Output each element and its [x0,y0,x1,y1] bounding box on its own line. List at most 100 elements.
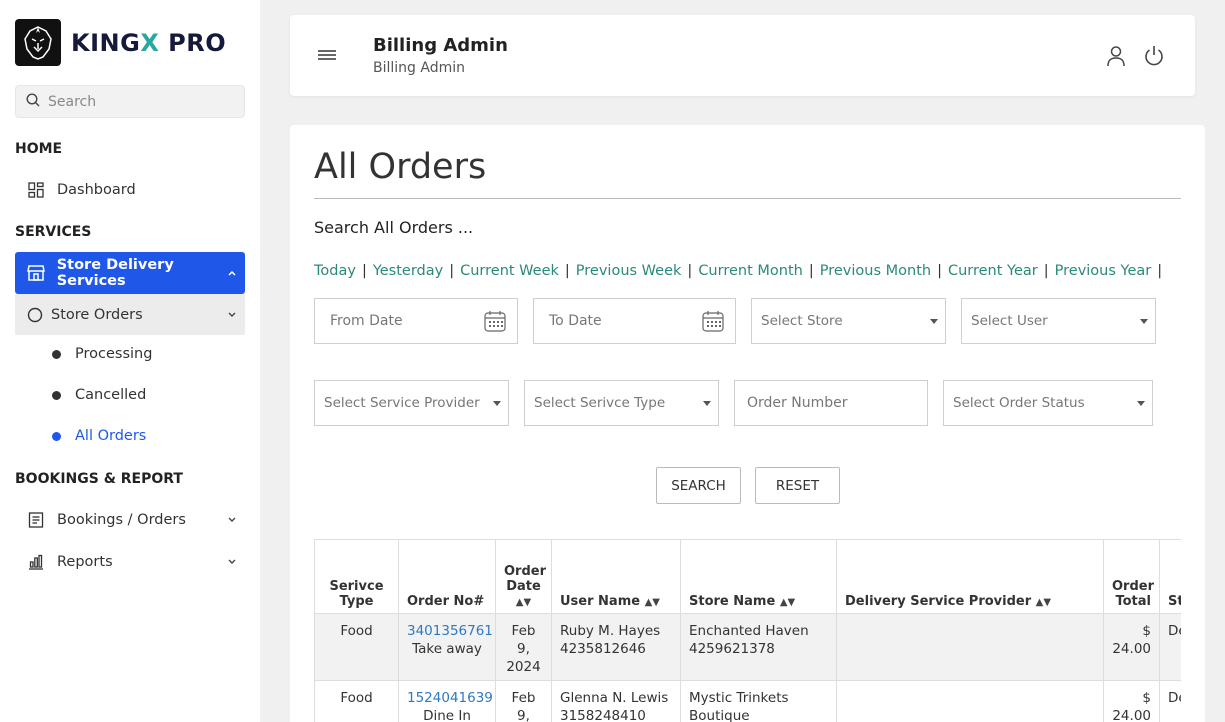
sidebar-item-label: Dashboard [57,182,136,198]
sidebar-item-store-orders[interactable]: Store Orders [15,294,245,335]
search-section-label: Search All Orders ... [314,218,474,237]
currency: $ [1142,623,1151,639]
cell-order-total: $24.00 [1103,613,1160,681]
cell-provider [836,613,1104,681]
order-number-input[interactable]: Order Number [734,380,928,426]
cell-order-date: Feb 9, 2024 [495,680,552,722]
search-placeholder: Search [48,93,97,110]
select-service-provider-dropdown[interactable]: Select Service Provider [314,380,509,426]
order-mode: Dine In [423,708,471,722]
filter-previous-year[interactable]: Previous Year [1055,263,1152,279]
select-order-status-dropdown[interactable]: Select Order Status [943,380,1153,426]
filter-previous-week[interactable]: Previous Week [576,263,682,279]
store-name: Mystic Trinkets Boutique [689,690,789,722]
table-header-row: Serivce Type Order No# Order Date ▲▼ User… [314,539,1181,614]
field-placeholder: To Date [549,313,602,329]
currency: $ [1142,690,1151,706]
col-header-order-total[interactable]: Order Total [1103,539,1160,614]
sidebar: KINGX PRO Search HOME Dashboard SERVICES… [0,0,260,722]
col-header-status[interactable]: Status [1159,539,1181,614]
sidebar-item-all-orders[interactable]: All Orders [52,428,146,444]
user-icon[interactable] [1106,45,1126,71]
select-store-dropdown[interactable]: Select Store [751,298,946,344]
cell-service-type: Food [314,613,399,681]
field-placeholder: Select Service Provider [324,395,480,411]
cell-user: Glenna N. Lewis 3158248410 [551,680,681,722]
sidebar-search[interactable]: Search [15,85,245,118]
menu-icon[interactable] [318,48,336,67]
calendar-icon[interactable] [484,310,506,336]
table-row[interactable]: Food 3401356761 Take away Feb 9, 2024 Rub… [314,613,1181,681]
col-header-order-date[interactable]: Order Date ▲▼ [495,539,552,614]
total-amount: 24.00 [1112,708,1151,722]
sidebar-item-dashboard[interactable]: Dashboard [15,169,245,211]
dropdown-arrow-icon [1137,401,1145,406]
search-icon [26,92,40,111]
sidebar-item-label: Bookings / Orders [57,512,186,528]
sort-icon: ▲▼ [515,597,532,608]
user-name: Ruby M. Hayes [560,623,661,639]
brand-logo[interactable]: KINGX PRO [15,19,226,66]
sidebar-item-cancelled[interactable]: Cancelled [52,387,146,403]
to-date-field[interactable]: To Date [533,298,736,344]
sidebar-item-store-delivery[interactable]: Store Delivery Services [15,252,245,294]
filter-current-month[interactable]: Current Month [698,263,803,279]
field-placeholder: From Date [330,313,403,329]
select-service-type-dropdown[interactable]: Select Serivce Type [524,380,719,426]
select-user-dropdown[interactable]: Select User [961,298,1156,344]
order-link[interactable]: 1524041639 [407,690,493,706]
cell-order-date: Feb 9, 2024 [495,613,552,681]
cell-order-no: 3401356761 Take away [398,613,496,681]
col-header-provider[interactable]: Delivery Service Provider ▲▼ [836,539,1104,614]
sidebar-item-label: Store Delivery Services [56,257,174,289]
table-row[interactable]: Food 1524041639 Dine In Feb 9, 2024 Glenn… [314,680,1181,722]
page-title: All Orders [314,147,487,187]
dropdown-arrow-icon [493,401,501,406]
col-header-service-type[interactable]: Serivce Type [314,539,399,614]
header-label: Order Date [504,564,546,594]
top-header: Billing Admin Billing Admin [290,15,1195,96]
sort-icon: ▲▼ [644,597,660,608]
search-button[interactable]: SEARCH [656,467,741,504]
bar-chart-icon [26,554,46,570]
title-divider [314,198,1181,199]
cell-user: Ruby M. Hayes 4235812646 [551,613,681,681]
sidebar-item-label: Reports [57,554,113,570]
filter-current-year[interactable]: Current Year [948,263,1038,279]
from-date-field[interactable]: From Date [314,298,518,344]
cell-order-no: 1524041639 Dine In [398,680,496,722]
calendar-icon[interactable] [702,310,724,336]
sidebar-item-label: Processing [75,346,153,362]
order-link[interactable]: 3401356761 [407,623,493,639]
cell-provider [836,680,1104,722]
section-bookings: BOOKINGS & REPORT [15,471,183,487]
circle-icon [26,307,44,323]
user-phone: 3158248410 [560,708,646,722]
header-title: Billing Admin [373,35,508,56]
sidebar-item-bookings-orders[interactable]: Bookings / Orders [15,499,245,541]
orders-table-wrapper[interactable]: Serivce Type Order No# Order Date ▲▼ User… [314,539,1181,722]
filter-yesterday[interactable]: Yesterday [373,263,443,279]
field-placeholder: Select Order Status [953,395,1085,411]
sidebar-item-label: All Orders [75,428,147,444]
user-phone: 4235812646 [560,641,646,657]
field-placeholder: Select Serivce Type [534,395,666,411]
total-amount: 24.00 [1112,641,1151,657]
dropdown-arrow-icon [703,401,711,406]
reset-button[interactable]: RESET [755,467,840,504]
cell-store: Mystic Trinkets Boutique3309418218 [680,680,837,722]
chevron-down-icon [227,308,237,324]
store-phone: 4259621378 [689,641,775,657]
filter-today[interactable]: Today [314,263,356,279]
section-services: SERVICES [15,224,92,240]
chevron-up-icon [227,266,237,282]
col-header-order-no[interactable]: Order No# [398,539,496,614]
sidebar-item-reports[interactable]: Reports [15,541,245,583]
brand-name: KINGX PRO [71,28,227,57]
col-header-store-name[interactable]: Store Name ▲▼ [680,539,837,614]
col-header-user-name[interactable]: User Name ▲▼ [551,539,681,614]
power-icon[interactable] [1144,45,1164,71]
filter-previous-month[interactable]: Previous Month [820,263,931,279]
filter-current-week[interactable]: Current Week [460,263,559,279]
sidebar-item-processing[interactable]: Processing [52,346,152,362]
